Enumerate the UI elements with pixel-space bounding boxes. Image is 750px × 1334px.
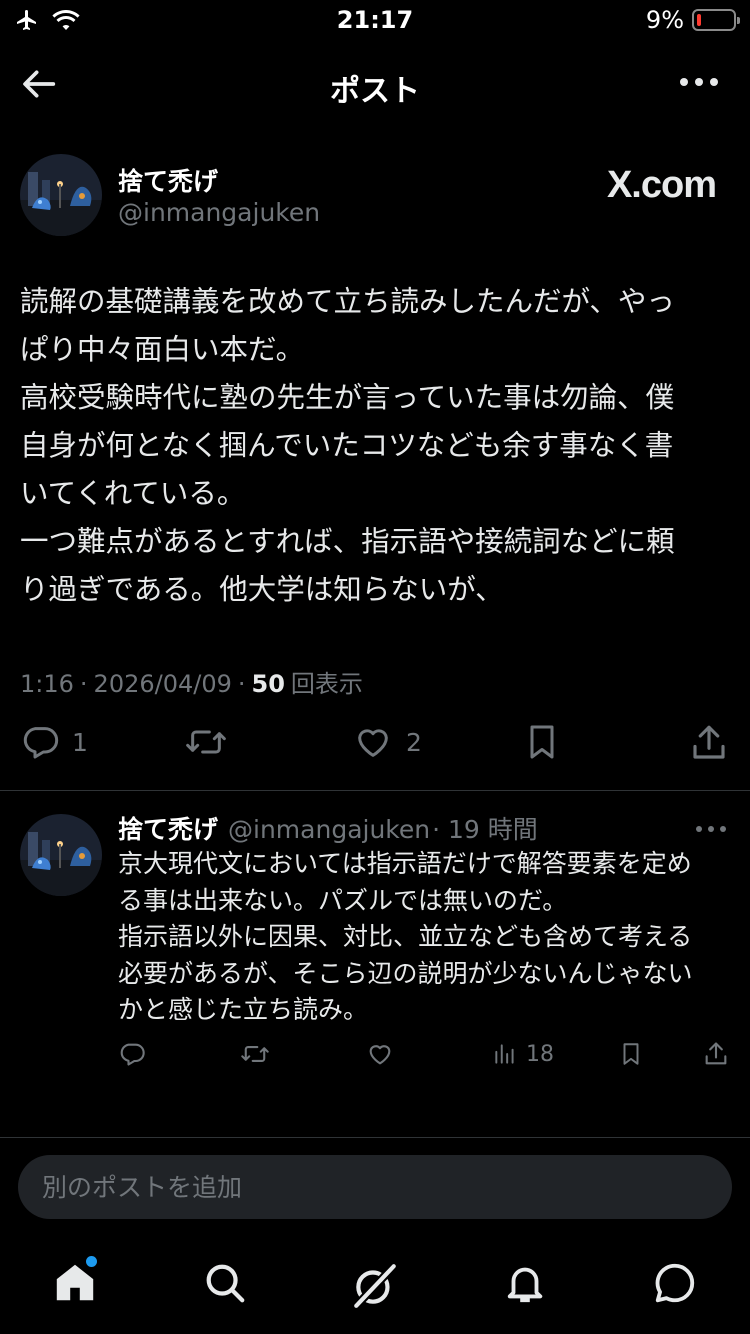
reply-views-button[interactable]: 18 [492, 1040, 554, 1068]
like-count: 2 [406, 727, 422, 757]
compose-bar [18, 1155, 732, 1219]
bookmark-button[interactable] [522, 722, 562, 762]
bookmark-icon [530, 725, 554, 759]
analytics-icon [495, 1044, 514, 1064]
repost-button[interactable] [184, 722, 228, 762]
page-title: ポスト [330, 74, 420, 109]
post-meta: 1:16 · 2026/04/09 · 50 回表示 [20, 664, 363, 699]
post-text-line: 高校受験時代に塾の先生が言っていた事は勿論、僕 [20, 381, 675, 414]
tab-messages[interactable] [652, 1260, 700, 1308]
reply-icon [23, 727, 59, 759]
home-notification-dot [86, 1256, 97, 1267]
post-text-line: ぱり中々面白い本だ。 [20, 333, 305, 366]
xcom-watermark: X.com [606, 164, 717, 206]
more-horizontal-icon [696, 826, 702, 832]
reply-like-button[interactable] [366, 1040, 394, 1068]
reply-reply-button[interactable] [118, 1040, 146, 1068]
post-text-line: 自身が何となく掴んでいたコツなども余す事なく書 [20, 429, 674, 462]
reply-more-button[interactable] [696, 826, 726, 832]
bookmark-icon [623, 1043, 639, 1065]
share-button[interactable] [688, 722, 730, 764]
search-icon [206, 1264, 245, 1303]
author-name[interactable]: 捨て禿げ [118, 162, 218, 198]
reply-author-name[interactable]: 捨て禿げ [118, 810, 218, 846]
post-text: 読解の基礎講義を改めて立ち読みしたんだが、やっ ぱり中々面白い本だ。 高校受験時… [20, 278, 720, 614]
bottom-tab-bar [0, 1250, 750, 1320]
like-button[interactable]: 2 [352, 722, 422, 762]
status-bar: 21:17 9% [0, 0, 750, 40]
reply-share-button[interactable] [702, 1040, 730, 1068]
reply-avatar[interactable] [20, 814, 102, 896]
tab-search[interactable] [202, 1260, 250, 1308]
post-text-line: 一つ難点があるとすれば、指示語や接続詞などに頼 [20, 525, 675, 558]
heart-icon [358, 729, 388, 757]
reply-views-count: 18 [526, 1041, 554, 1067]
reply-count: 1 [72, 727, 88, 757]
repost-icon [186, 730, 226, 754]
more-options-button[interactable] [680, 78, 718, 86]
post-text-line: 読解の基礎講義を改めて立ち読みしたんだが、やっ [20, 285, 675, 318]
reply-time: · 19 時間 [432, 815, 538, 844]
tab-grok[interactable] [350, 1260, 398, 1309]
top-nav-bar: ポスト [0, 48, 750, 120]
divider [0, 790, 750, 791]
avatar[interactable] [20, 154, 102, 236]
post-text-line: り過ぎである。他大学は知らないが、 [20, 573, 504, 606]
tab-notifications[interactable] [502, 1260, 550, 1308]
post-actions: 1 2 [0, 722, 750, 776]
divider [0, 1137, 750, 1138]
views-count[interactable]: 50 [252, 670, 285, 698]
tab-home[interactable] [52, 1256, 100, 1308]
reply-author-handle[interactable]: @inmangajuken [228, 815, 430, 844]
notifications-icon [507, 1267, 543, 1303]
meta-separator: · [79, 670, 88, 698]
reply-actions: 18 [0, 1040, 750, 1076]
repost-icon [241, 1046, 269, 1062]
more-horizontal-icon [680, 78, 688, 86]
reply-button[interactable]: 1 [20, 722, 88, 762]
reply-header: 捨て禿げ @inmangajuken · 19 時間 [118, 810, 538, 846]
reply-text-line: かと感じた立ち読み。 [118, 995, 369, 1024]
messages-icon [655, 1263, 695, 1303]
reply-text-line: 必要があるが、そこら辺の説明が少ないんじゃない [118, 958, 693, 988]
reply-text-line: 指示語以外に因果、対比、並立なども含めて考える [118, 922, 693, 951]
reply-text-line: る事は出来ない。パズルでは無いのだ。 [118, 885, 568, 915]
author-handle[interactable]: @inmangajuken [118, 198, 320, 227]
post-date: 2026/04/09 [93, 670, 232, 698]
meta-separator: · [237, 670, 246, 698]
reply-icon [120, 1043, 145, 1066]
reply-bookmark-button[interactable] [618, 1040, 644, 1068]
share-icon [693, 725, 725, 759]
battery-icon [692, 9, 740, 31]
share-icon [705, 1042, 727, 1065]
post-time: 1:16 [20, 670, 74, 698]
status-time: 21:17 [336, 6, 414, 34]
reply-repost-button[interactable] [240, 1040, 270, 1068]
add-post-input[interactable] [18, 1155, 732, 1219]
reply-text-line: 京大現代文においては指示語だけで解答要素を定め [118, 849, 692, 878]
grok-icon [353, 1263, 397, 1309]
post-text-line: いてくれている。 [20, 477, 246, 510]
views-label[interactable]: 回表示 [291, 664, 363, 699]
heart-icon [369, 1045, 391, 1065]
reply-text: 京大現代文においては指示語だけで解答要素を定め る事は出来ない。パズルでは無いの… [118, 846, 738, 1029]
battery-percent: 9% [645, 6, 684, 34]
